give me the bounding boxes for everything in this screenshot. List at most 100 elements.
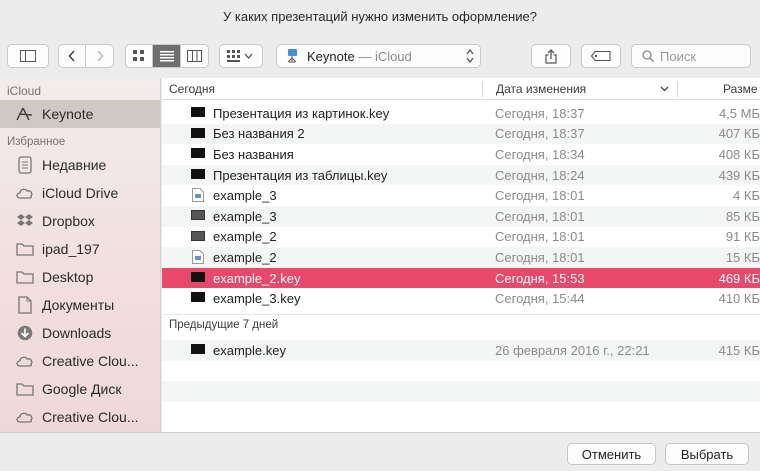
- file-date: 26 февраля 2016 г., 22:21: [495, 342, 650, 358]
- keynote-file-icon: [191, 148, 205, 159]
- sidebar-item-creative-cloud-1[interactable]: Creative Clou...: [0, 347, 160, 375]
- file-list: Сегодня Дата изменения Разме Презентация…: [162, 78, 760, 432]
- sidebar-item-recents[interactable]: Недавние: [0, 151, 160, 179]
- file-date: Сегодня, 15:44: [495, 291, 585, 307]
- share-icon: [545, 48, 557, 64]
- back-button[interactable]: [59, 45, 87, 67]
- sidebar: iCloud Keynote Избранное Недавние iCloud…: [0, 78, 161, 432]
- file-date: Сегодня, 18:01: [495, 188, 585, 204]
- dropbox-icon: [16, 212, 34, 230]
- sidebar-toggle-button[interactable]: [7, 44, 49, 68]
- icon-view-button[interactable]: [126, 45, 154, 67]
- file-size: 407 КБ: [718, 126, 760, 142]
- sidebar-item-documents[interactable]: Документы: [0, 291, 160, 319]
- column-view-button[interactable]: [181, 45, 208, 67]
- sidebar-item-label: Creative Clou...: [42, 353, 139, 369]
- file-size: 415 КБ: [718, 342, 760, 358]
- keynote-file-icon: [191, 230, 205, 241]
- keynote-file-icon: [191, 271, 205, 282]
- sidebar-item-label: Google Диск: [42, 381, 122, 397]
- list-icon: [159, 50, 174, 61]
- file-date: Сегодня, 15:53: [495, 270, 585, 286]
- tags-button[interactable]: [581, 44, 621, 68]
- file-row[interactable]: Без названия 2 Сегодня, 18:37 407 КБ: [162, 123, 760, 145]
- keynote-file-icon: [191, 168, 205, 179]
- sidebar-item-downloads[interactable]: Downloads: [0, 319, 160, 347]
- keynote-icon: [16, 105, 34, 123]
- sidebar-item-icloud-drive[interactable]: iCloud Drive: [0, 179, 160, 207]
- sidebar-item-keynote[interactable]: Keynote: [0, 100, 160, 128]
- sidebar-item-dropbox[interactable]: Dropbox: [0, 207, 160, 235]
- file-size: 15 КБ: [725, 249, 760, 265]
- location-separator: —: [354, 48, 375, 64]
- location-app: Keynote: [307, 48, 355, 64]
- keynote-file-icon: [191, 292, 205, 303]
- dialog-footer: Отменить Выбрать: [0, 432, 760, 471]
- file-row[interactable]: example_2 Сегодня, 18:01 91 КБ: [162, 227, 760, 248]
- select-button[interactable]: Выбрать: [665, 443, 749, 465]
- list-view-button[interactable]: [153, 45, 181, 67]
- folder-icon: [16, 380, 34, 398]
- file-name: example_2: [213, 249, 277, 265]
- recents-icon: [16, 156, 34, 174]
- file-name: Без названия 2: [213, 126, 305, 142]
- keynote-file-icon: [191, 107, 205, 117]
- file-row[interactable]: example.key 26 февраля 2016 г., 22:21 41…: [162, 340, 760, 361]
- generic-file-icon: [192, 250, 204, 265]
- sort-chevron-icon: [660, 86, 669, 92]
- column-header-row: Сегодня Дата изменения Разме: [162, 78, 760, 100]
- sidebar-item-label: Downloads: [42, 325, 112, 341]
- sidebar-item-desktop[interactable]: Desktop: [0, 263, 160, 291]
- keynote-app-icon: [287, 49, 297, 63]
- file-size: 469 КБ: [718, 270, 760, 286]
- sidebar-item-label: ipad_197: [42, 241, 100, 257]
- empty-row: [162, 361, 760, 382]
- column-divider[interactable]: [482, 81, 483, 97]
- file-size: 410 КБ: [718, 291, 760, 307]
- chevron-updown-icon: [466, 48, 474, 64]
- file-row[interactable]: Презентация из картинок.key Сегодня, 18:…: [162, 103, 760, 124]
- column-header-date[interactable]: Дата изменения: [489, 78, 677, 100]
- keynote-file-icon: [191, 127, 205, 138]
- file-row-selected[interactable]: example_2.key Сегодня, 15:53 469 КБ: [162, 267, 760, 289]
- search-field[interactable]: Поиск: [631, 44, 751, 68]
- cloud-icon: [16, 184, 34, 202]
- sidebar-item-google-drive[interactable]: Google Диск: [0, 375, 160, 403]
- column-header-size[interactable]: Разме: [716, 78, 760, 100]
- file-size: 439 КБ: [718, 167, 760, 183]
- file-date: Сегодня, 18:24: [495, 167, 585, 183]
- forward-button[interactable]: [86, 45, 113, 67]
- column-divider[interactable]: [677, 81, 678, 97]
- column-header-name[interactable]: Сегодня: [162, 78, 482, 100]
- keynote-file-icon: [191, 344, 205, 354]
- cancel-button[interactable]: Отменить: [567, 443, 656, 465]
- chevron-left-icon: [68, 50, 75, 62]
- creative-cloud-icon: [16, 352, 34, 370]
- file-name: example_3: [213, 188, 277, 204]
- sidebar-item-creative-cloud-2[interactable]: Creative Clou...: [0, 403, 160, 431]
- file-size: 4 КБ: [733, 188, 760, 204]
- file-date: Сегодня, 18:34: [495, 146, 585, 162]
- column-header-date-label: Дата изменения: [496, 82, 587, 96]
- empty-row: [162, 381, 760, 402]
- file-name: example_3: [213, 208, 277, 224]
- sidebar-item-label: Desktop: [42, 269, 94, 285]
- file-row[interactable]: example_2 Сегодня, 18:01 15 КБ: [162, 247, 760, 268]
- arrange-button[interactable]: [219, 44, 263, 68]
- file-name: Презентация из картинок.key: [213, 105, 390, 121]
- toolbar: Keynote — iCloud Поиск: [0, 34, 760, 78]
- share-button[interactable]: [531, 44, 571, 68]
- file-row[interactable]: example_3.key Сегодня, 15:44 410 КБ: [162, 288, 760, 309]
- document-icon: [16, 296, 34, 314]
- sidebar-item-ipad-197[interactable]: ipad_197: [0, 235, 160, 263]
- file-row[interactable]: Без названия Сегодня, 18:34 408 КБ: [162, 144, 760, 165]
- file-date: Сегодня, 18:37: [495, 105, 585, 121]
- file-name: Без названия: [213, 146, 294, 162]
- file-row[interactable]: Презентация из таблицы.key Сегодня, 18:2…: [162, 164, 760, 186]
- file-row[interactable]: example_3 Сегодня, 18:01 85 КБ: [162, 206, 760, 227]
- file-row[interactable]: example_3 Сегодня, 18:01 4 КБ: [162, 185, 760, 206]
- creative-cloud-icon: [16, 408, 34, 426]
- file-date: Сегодня, 18:37: [495, 126, 585, 142]
- back-forward-control: [58, 44, 114, 68]
- location-popup[interactable]: Keynote — iCloud: [276, 44, 481, 68]
